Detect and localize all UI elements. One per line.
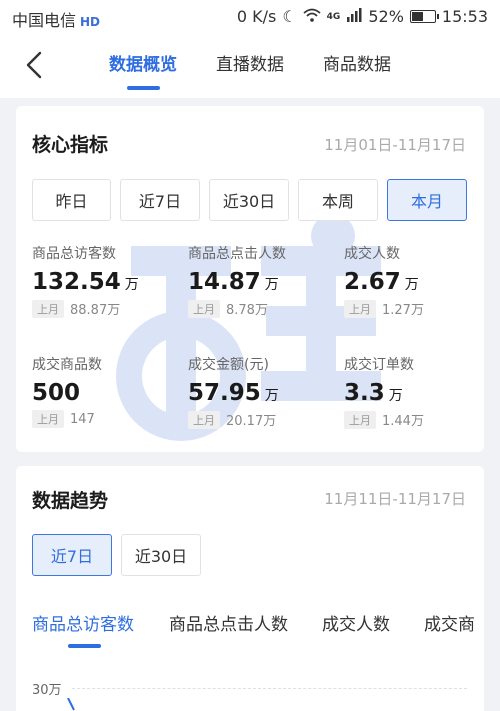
- metric-buyers: 成交人数 2.67 万 上月 1.27万: [344, 243, 484, 318]
- network-speed: 0 K/s: [236, 7, 277, 26]
- trend-card: 数据趋势 11月11日-11月17日 近7日 近30日 商品总访客数 商品总点击…: [16, 466, 484, 711]
- prev-tag: 上月: [32, 410, 64, 428]
- metric-prev: 上月 1.27万: [344, 299, 484, 318]
- battery-fill: [411, 12, 424, 21]
- prev-tag: 上月: [188, 299, 220, 318]
- trend-title: 数据趋势: [32, 490, 109, 512]
- metric-label: 成交商品数: [32, 357, 102, 373]
- metric-clicks: 商品总点击人数 14.87 万 上月 8.78万: [188, 243, 338, 318]
- metric-label: 成交金额(元): [188, 357, 269, 373]
- trend-tab-clicks[interactable]: 商品总点击人数: [169, 610, 288, 635]
- prev-value: 8.78万: [226, 303, 268, 318]
- metric-number: 132.54: [32, 269, 121, 295]
- signal-icon: [346, 7, 362, 26]
- trend-7d-button[interactable]: 近7日: [32, 534, 112, 576]
- trend-line: [67, 698, 75, 711]
- metric-gmv: 成交金额(元) 57.95 万 上月 20.17万: [188, 354, 338, 429]
- prev-value: 1.44万: [382, 414, 424, 429]
- battery-icon: [409, 10, 439, 23]
- carrier-label: 中国电信: [12, 11, 77, 30]
- trend-tab-more[interactable]: 成交商: [424, 610, 475, 635]
- metric-value: 500: [32, 380, 182, 406]
- metric-number: 3.3: [344, 380, 385, 406]
- chart-gridline: [72, 688, 467, 689]
- top-nav: 数据概览 直播数据 商品数据: [0, 34, 500, 98]
- metric-label: 商品总点击人数: [188, 246, 286, 262]
- prev-tag: 上月: [32, 299, 64, 318]
- metric-value: 2.67 万: [344, 269, 484, 295]
- trend-tab-indicator: [68, 644, 101, 648]
- metric-number: 14.87: [188, 269, 261, 295]
- battery-percent: 52%: [368, 7, 404, 26]
- period-month-button[interactable]: 本月: [387, 179, 467, 221]
- period-30d-button[interactable]: 近30日: [209, 179, 289, 221]
- period-week-button[interactable]: 本周: [298, 179, 378, 221]
- prev-tag: 上月: [344, 299, 376, 318]
- status-right: 0 K/s ☾ 4G 52% 15:53: [237, 7, 488, 26]
- trend-tab-buyers[interactable]: 成交人数: [322, 610, 390, 635]
- metric-value: 3.3 万: [344, 380, 484, 406]
- metric-prev: 上月 147: [32, 410, 182, 428]
- metric-label: 商品总访客数: [32, 246, 116, 262]
- metric-prev: 上月 8.78万: [188, 299, 338, 318]
- metric-prev: 上月 88.87万: [32, 299, 182, 318]
- y-axis-tick: 30万: [32, 683, 62, 698]
- period-yesterday-button[interactable]: 昨日: [32, 179, 111, 221]
- trend-tab-visitors[interactable]: 商品总访客数: [32, 610, 134, 635]
- metric-value: 132.54 万: [32, 269, 182, 295]
- period-7d-button[interactable]: 近7日: [120, 179, 200, 221]
- tab-live[interactable]: 直播数据: [216, 50, 284, 75]
- metric-items-sold: 成交商品数 500 上月 147: [32, 354, 182, 428]
- metric-unit: 万: [124, 277, 139, 293]
- metric-unit: 万: [388, 388, 403, 404]
- core-title: 核心指标: [32, 134, 109, 156]
- metric-prev: 上月 20.17万: [188, 410, 338, 429]
- metric-value: 14.87 万: [188, 269, 338, 295]
- core-date-range: 11月01日-11月17日: [324, 136, 466, 154]
- metric-unit: 万: [264, 388, 279, 404]
- prev-tag: 上月: [344, 410, 376, 429]
- trend-date-range: 11月11日-11月17日: [324, 490, 466, 508]
- hd-badge: HD: [80, 15, 101, 29]
- metric-number: 2.67: [344, 269, 401, 295]
- prev-value: 88.87万: [70, 303, 121, 318]
- trend-30d-button[interactable]: 近30日: [121, 534, 201, 576]
- prev-value: 147: [70, 411, 95, 427]
- metric-number: 500: [32, 380, 81, 406]
- prev-value: 20.17万: [226, 414, 277, 429]
- clock: 15:53: [441, 7, 488, 26]
- metric-label: 成交人数: [344, 246, 400, 262]
- metric-number: 57.95: [188, 380, 261, 406]
- metric-unit: 万: [404, 277, 419, 293]
- metric-value: 57.95 万: [188, 380, 338, 406]
- metric-visitors: 商品总访客数 132.54 万 上月 88.87万: [32, 243, 182, 318]
- status-bar: 中国电信 HD 0 K/s ☾ 4G 52% 15:53: [0, 0, 500, 34]
- tab-products[interactable]: 商品数据: [323, 50, 391, 75]
- metric-prev: 上月 1.44万: [344, 410, 484, 429]
- core-metrics-card: 核心指标 11月01日-11月17日 昨日 近7日 近30日 本周 本月 商品总…: [16, 106, 484, 452]
- status-left: 中国电信 HD: [12, 7, 100, 31]
- network-type: 4G: [326, 11, 341, 22]
- metric-orders: 成交订单数 3.3 万 上月 1.44万: [344, 354, 484, 429]
- active-tab-indicator: [127, 86, 160, 90]
- trend-metric-tabs: 商品总访客数 商品总点击人数 成交人数 成交商: [16, 604, 484, 644]
- wifi-icon: [303, 7, 321, 26]
- metric-unit: 万: [264, 277, 279, 293]
- metric-label: 成交订单数: [344, 357, 414, 373]
- moon-icon: ☾: [282, 7, 297, 26]
- tab-overview[interactable]: 数据概览: [109, 50, 177, 75]
- prev-tag: 上月: [188, 410, 220, 429]
- prev-value: 1.27万: [382, 303, 424, 318]
- nav-tabs: 数据概览 直播数据 商品数据: [0, 34, 500, 98]
